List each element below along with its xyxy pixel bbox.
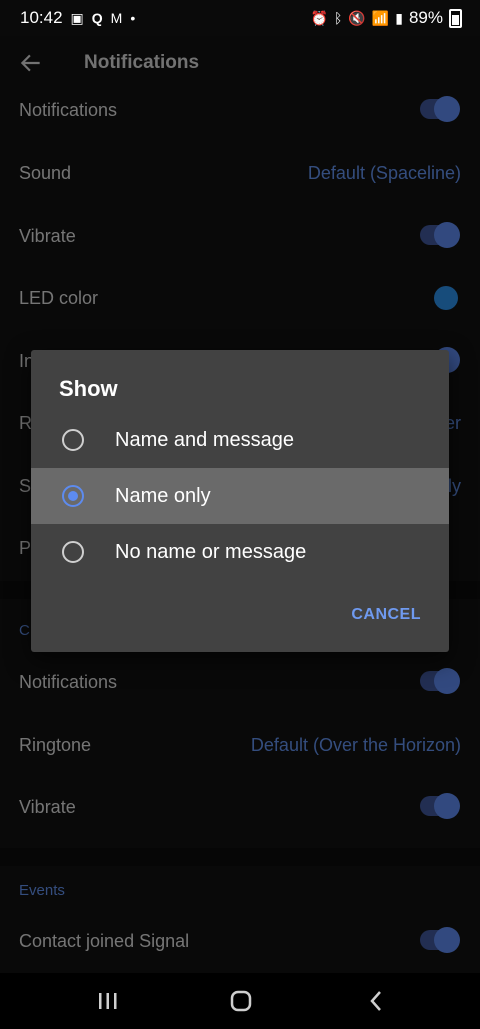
- radio-icon[interactable]: [62, 541, 84, 563]
- dot-icon: •: [130, 10, 136, 26]
- dialog-title: Show: [59, 376, 118, 401]
- mute-icon: 🔇: [348, 9, 366, 26]
- gallery-icon: ▣: [70, 9, 84, 26]
- option-label: No name or message: [115, 541, 307, 563]
- radio-icon[interactable]: [62, 429, 84, 451]
- wifi-icon: 📶: [371, 9, 390, 26]
- show-dialog: Show Name and message Name only No name …: [31, 350, 449, 652]
- alarm-icon: ⏰: [310, 9, 328, 26]
- home-icon[interactable]: [226, 987, 256, 1015]
- bluetooth-icon: ᛒ: [333, 10, 343, 26]
- option-no-name-or-message[interactable]: No name or message: [31, 524, 449, 580]
- option-label: Name and message: [115, 429, 294, 451]
- signal-icon: ▮: [395, 9, 403, 26]
- q-icon: Q: [91, 10, 103, 26]
- radio-selected-icon[interactable]: [62, 485, 84, 507]
- gmail-icon: M: [110, 10, 123, 26]
- option-label: Name only: [115, 485, 211, 507]
- cancel-button[interactable]: CANCEL: [351, 606, 421, 624]
- battery-icon: [449, 8, 462, 28]
- recent-apps-icon[interactable]: [93, 987, 123, 1015]
- system-nav-bar: [0, 973, 480, 1029]
- option-name-only[interactable]: Name only: [31, 468, 449, 524]
- status-bar: 10:42 ▣ Q M • ⏰ ᛒ 🔇 📶 ▮ 89%: [0, 0, 480, 36]
- status-time: 10:42: [20, 8, 63, 27]
- battery-percent: 89%: [408, 8, 443, 27]
- back-nav-icon[interactable]: [362, 987, 392, 1015]
- option-name-and-message[interactable]: Name and message: [31, 412, 449, 468]
